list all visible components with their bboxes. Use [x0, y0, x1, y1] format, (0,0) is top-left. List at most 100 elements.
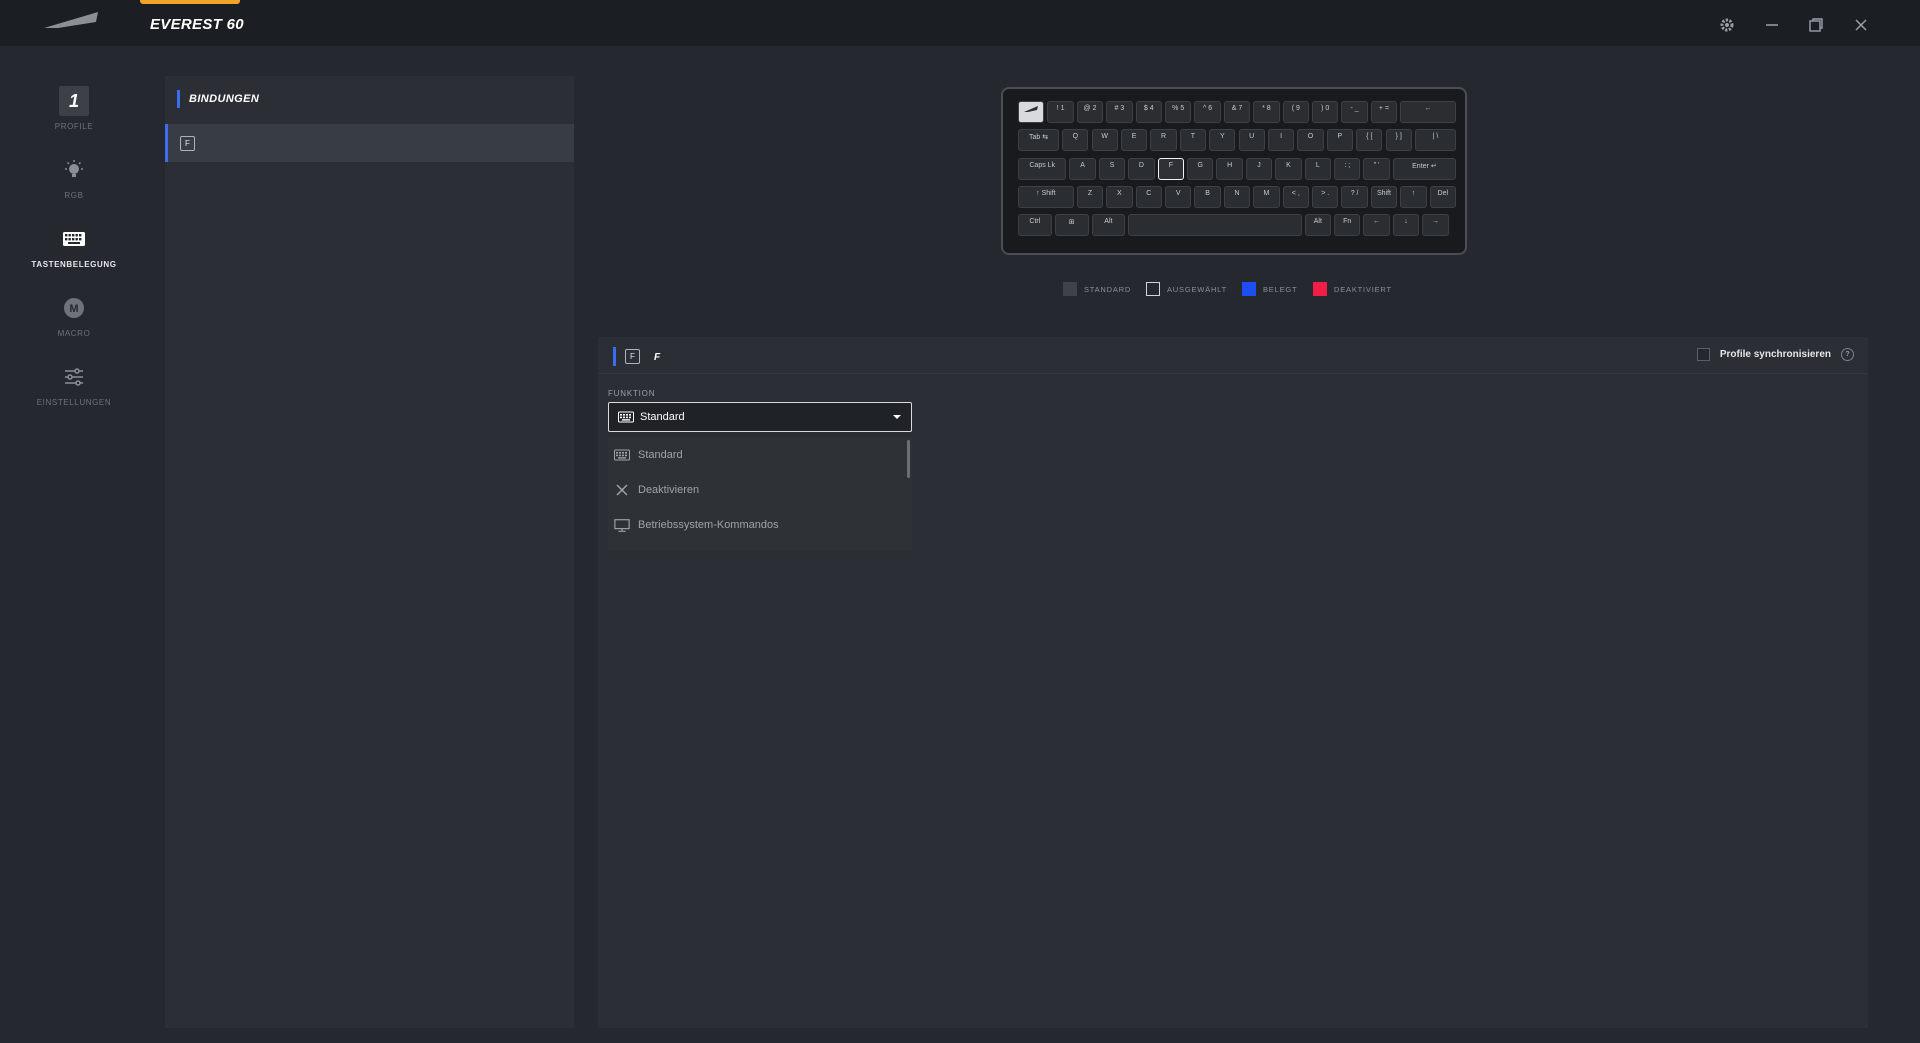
key-space[interactable] [1128, 214, 1302, 237]
key[interactable]: X [1106, 185, 1133, 208]
maximize-button[interactable] [1805, 14, 1827, 36]
key[interactable]: ⊞ [1054, 214, 1089, 237]
key[interactable]: ! 1 [1047, 101, 1074, 123]
key[interactable]: R [1150, 129, 1177, 152]
key[interactable]: Caps Lk [1018, 157, 1067, 180]
key[interactable]: N [1223, 185, 1251, 208]
key[interactable]: : ; [1334, 157, 1361, 180]
key[interactable]: Alt [1304, 214, 1332, 237]
key[interactable]: ^ 6 [1194, 101, 1221, 123]
key[interactable]: Q [1062, 129, 1089, 152]
key[interactable]: ? / [1341, 185, 1368, 208]
sidebar-item-profile[interactable]: 1 PROFILE [0, 86, 148, 150]
key[interactable]: Shift [1370, 185, 1398, 208]
close-icon [1855, 19, 1867, 31]
brand-logo-icon [1024, 106, 1039, 112]
key[interactable]: P [1326, 129, 1354, 152]
key[interactable]: - _ [1341, 101, 1368, 123]
help-icon[interactable]: ? [1841, 348, 1854, 361]
key[interactable]: D [1128, 157, 1155, 180]
key[interactable]: ← [1400, 101, 1456, 123]
brand-logo [44, 12, 98, 28]
option-label: Betriebssystem-Kommandos [638, 519, 779, 531]
keyboard-preview: ! 1 @ 2 # 3 $ 4% 5 ^ 6 & 7 * 8( 9) 0- _ + = ← Tab… [1001, 87, 1467, 255]
key[interactable]: * 8 [1253, 101, 1280, 123]
key[interactable]: → [1422, 214, 1449, 237]
key[interactable]: A [1069, 157, 1096, 180]
function-select[interactable]: Standard [608, 402, 912, 432]
macro-icon: M [64, 298, 84, 318]
key[interactable]: @ 2 [1076, 101, 1104, 123]
key[interactable]: Alt [1091, 214, 1126, 237]
key[interactable]: O [1297, 129, 1324, 152]
x-icon [616, 484, 628, 496]
key[interactable]: < , [1282, 185, 1309, 208]
profile-number: 1 [59, 86, 89, 116]
option-label: Deaktivieren [638, 484, 700, 496]
key[interactable]: I [1267, 129, 1295, 152]
key[interactable]: ↓ [1392, 214, 1420, 237]
key[interactable]: ( 9 [1282, 101, 1309, 123]
key[interactable]: $ 4 [1135, 101, 1162, 123]
key[interactable]: ↑ [1400, 185, 1427, 208]
sidebar-item-label: RGB [64, 191, 84, 200]
key-selected[interactable]: F [1157, 157, 1185, 180]
key[interactable]: S [1098, 157, 1126, 180]
key[interactable]: Fn [1334, 214, 1361, 237]
key[interactable]: T [1179, 129, 1207, 152]
settings-button[interactable] [1716, 14, 1738, 36]
key[interactable]: & 7 [1223, 101, 1251, 123]
bindings-title: BINDUNGEN [189, 93, 260, 105]
key[interactable]: + = [1370, 101, 1398, 123]
key[interactable]: Y [1209, 129, 1236, 152]
keyboard-icon [618, 411, 634, 423]
legend-standard: STANDARD [1063, 282, 1131, 296]
key[interactable]: W [1091, 129, 1118, 152]
key[interactable]: Tab ⇆ [1018, 129, 1060, 152]
gear-icon [1720, 18, 1734, 32]
binding-row-selected[interactable]: F [165, 124, 574, 162]
key[interactable]: ← [1363, 214, 1390, 237]
key[interactable]: " ' [1363, 157, 1390, 180]
key[interactable]: L [1304, 157, 1332, 180]
key[interactable]: } ] [1385, 129, 1412, 152]
sidebar-item-einstellungen[interactable]: EINSTELLUNGEN [0, 362, 148, 426]
key[interactable]: M [1253, 185, 1280, 208]
key[interactable]: { [ [1356, 129, 1383, 152]
key[interactable]: B [1194, 185, 1221, 208]
close-button[interactable] [1850, 14, 1872, 36]
key[interactable]: | \ [1414, 129, 1456, 152]
key[interactable]: E [1120, 129, 1148, 152]
key[interactable]: > . [1312, 185, 1339, 208]
key[interactable]: K [1275, 157, 1302, 180]
sidebar: 1 PROFILE RGB TASTENBELEGUNG M MACRO EIN… [0, 46, 148, 1043]
sync-checkbox[interactable] [1696, 348, 1710, 361]
detail-header: F F Profile synchronisieren ? [598, 337, 1868, 374]
key[interactable]: J [1245, 157, 1273, 180]
key[interactable]: Ctrl [1018, 214, 1052, 237]
option-standard[interactable]: Standard [608, 438, 898, 472]
key[interactable]: ↑ Shift [1018, 185, 1074, 208]
dropdown-scrollbar[interactable] [907, 440, 910, 478]
sidebar-item-macro[interactable]: M MACRO [0, 293, 148, 357]
key-logo[interactable] [1018, 101, 1045, 123]
accent-tab [140, 0, 240, 4]
key[interactable]: G [1187, 157, 1214, 180]
key[interactable]: # 3 [1106, 101, 1133, 123]
key[interactable]: Enter ↵ [1392, 157, 1456, 180]
legend-deaktiviert: DEAKTIVIERT [1313, 282, 1392, 296]
key[interactable]: U [1238, 129, 1265, 152]
minimize-button[interactable] [1761, 14, 1783, 36]
key[interactable]: % 5 [1165, 101, 1192, 123]
sidebar-item-tastenbelegung[interactable]: TASTENBELEGUNG [0, 224, 148, 288]
key[interactable]: C [1135, 185, 1162, 208]
key[interactable]: Z [1076, 185, 1104, 208]
key[interactable]: V [1165, 185, 1192, 208]
key[interactable]: Del [1429, 185, 1456, 208]
key[interactable]: ) 0 [1312, 101, 1339, 123]
option-deaktivieren[interactable]: Deaktivieren [608, 473, 898, 507]
sidebar-item-rgb[interactable]: RGB [0, 155, 148, 219]
option-betriebssystem-kommandos[interactable]: Betriebssystem-Kommandos [608, 508, 898, 542]
key[interactable]: H [1216, 157, 1243, 180]
title-bar: EVEREST 60 [0, 0, 1920, 46]
